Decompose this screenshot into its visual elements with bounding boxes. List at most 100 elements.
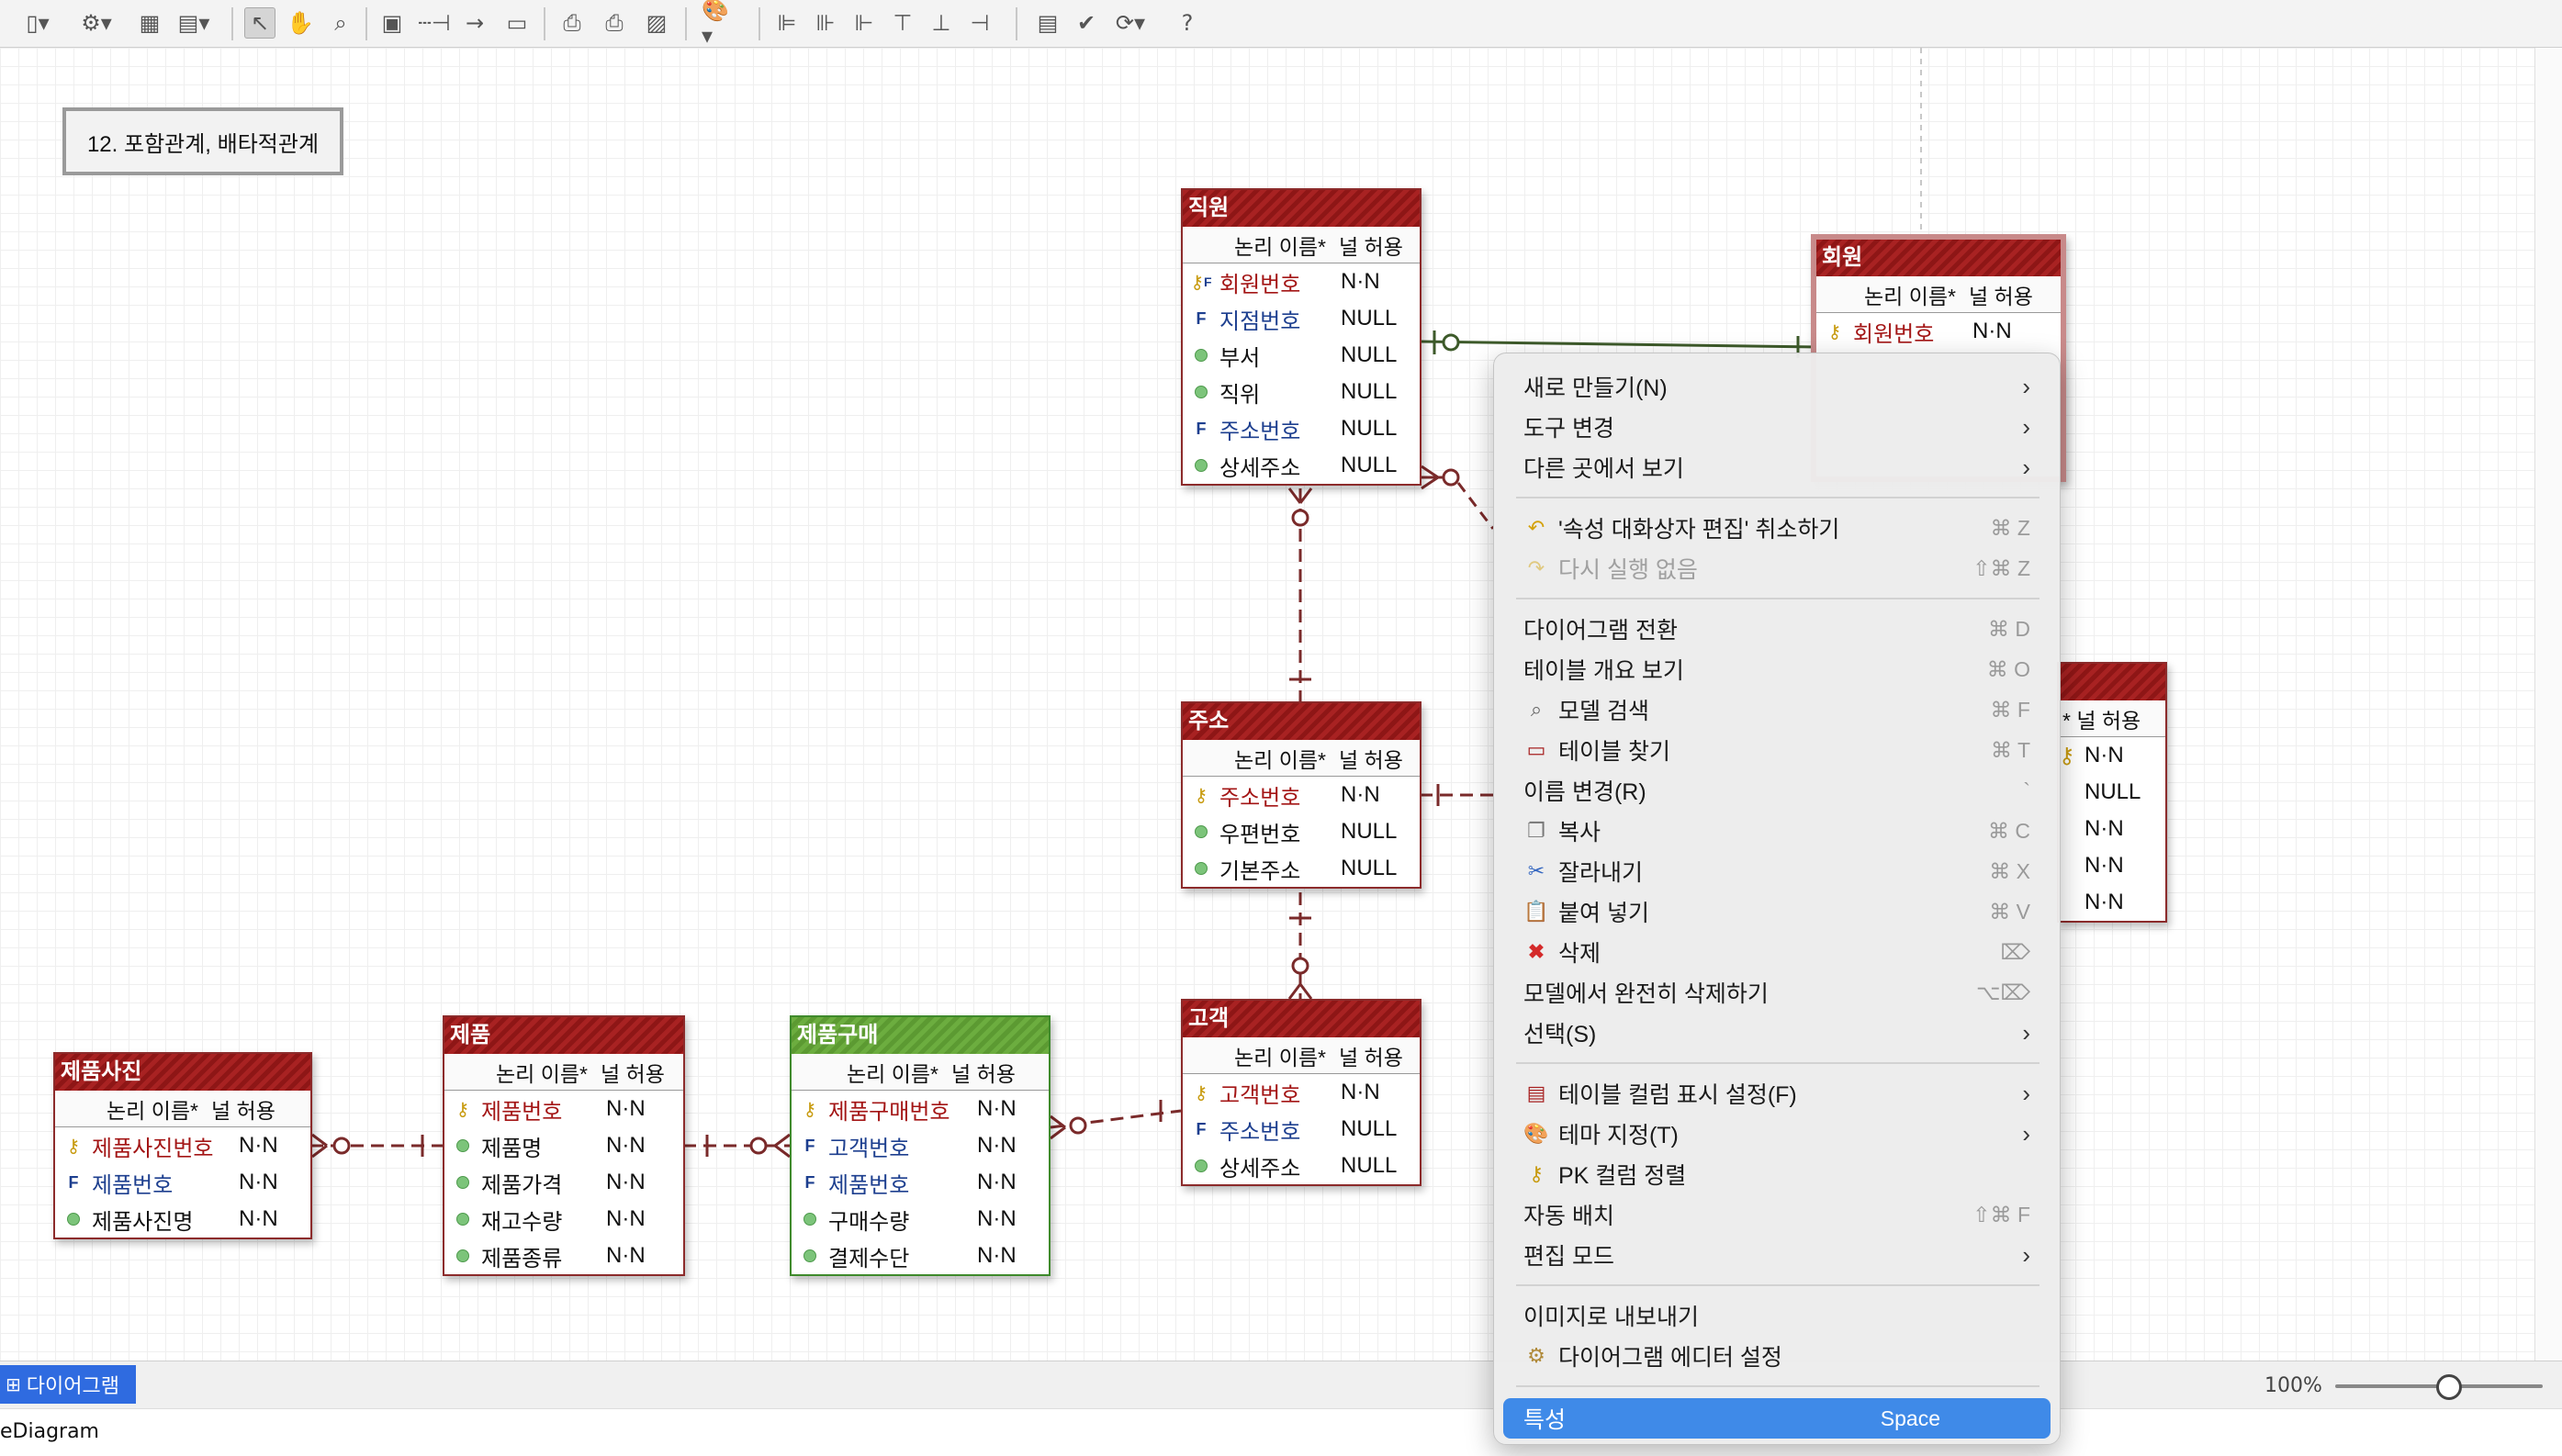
menu-item-rename[interactable]: 이름 변경(R) ` bbox=[1503, 772, 2051, 809]
table-row[interactable]: F 주소번호 NULL bbox=[1183, 410, 1420, 447]
table-row[interactable]: 상세주소 NULL bbox=[1183, 447, 1420, 484]
row-name: 부서 bbox=[1219, 345, 1261, 371]
attribute-dot-icon bbox=[1183, 825, 1219, 838]
table-row[interactable]: F 지점번호 NULL bbox=[1183, 300, 1420, 337]
table-row[interactable]: ⚷ 고객번호 N·N bbox=[1183, 1074, 1420, 1111]
align-middle-icon[interactable]: ⊥ bbox=[926, 7, 957, 39]
table-row[interactable]: ⚷ 주소번호 N·N bbox=[1183, 777, 1420, 813]
table-row[interactable]: 제품종류 N·N bbox=[444, 1238, 683, 1274]
table-row[interactable]: 부서 NULL bbox=[1183, 337, 1420, 374]
relation-address-employee[interactable] bbox=[1287, 487, 1313, 701]
menu-item-edit-mode[interactable]: 편집 모드 › bbox=[1503, 1237, 2051, 1273]
table-row[interactable]: 제품사진명 N·N bbox=[55, 1201, 310, 1238]
menu-item-undo[interactable]: ↶ '속성 대화상자 편집' 취소하기 ⌘ Z bbox=[1503, 510, 2051, 546]
hand-icon[interactable]: ✋ bbox=[285, 7, 316, 39]
menu-item-change-tool[interactable]: 도구 변경 › bbox=[1503, 409, 2051, 445]
table-row[interactable]: ⚷ 제품사진번호 N·N bbox=[55, 1127, 310, 1164]
menu-item-table-overview[interactable]: 테이블 개요 보기 ⌘ O bbox=[1503, 651, 2051, 688]
align-bottom-icon[interactable]: ⊣ bbox=[964, 7, 995, 39]
align-left-icon[interactable]: ⊫ bbox=[771, 7, 803, 39]
table-row[interactable]: F 고객번호 N·N bbox=[792, 1127, 1049, 1164]
menu-item-copy[interactable]: ❐ 복사 ⌘ C bbox=[1503, 812, 2051, 849]
palette-icon[interactable]: 🎨▾ bbox=[702, 0, 733, 49]
table-row[interactable]: N·N bbox=[2059, 847, 2165, 884]
relation-dashed-icon[interactable]: ┄⊣ bbox=[418, 7, 450, 39]
menu-item-show-elsewhere[interactable]: 다른 곳에서 보기 › bbox=[1503, 449, 2051, 486]
print-icon[interactable]: ⎙ bbox=[599, 7, 630, 39]
menu-item-select[interactable]: 선택(S) › bbox=[1503, 1014, 2051, 1051]
table-row[interactable]: F 주소번호 NULL bbox=[1183, 1111, 1420, 1148]
table-row[interactable]: ⚷ 제품구매번호 N·N bbox=[792, 1091, 1049, 1127]
menu-item-find-table[interactable]: ▭ 테이블 찾기 ⌘ T bbox=[1503, 732, 2051, 768]
align-center-icon[interactable]: ⊪ bbox=[810, 7, 841, 39]
table-row[interactable]: 우편번호 NULL bbox=[1183, 813, 1420, 850]
comment-icon[interactable]: ▭ bbox=[501, 7, 533, 39]
menu-item-export-image[interactable]: 이미지로 내보내기 bbox=[1503, 1297, 2051, 1334]
table-row[interactable]: ⚷ N·N bbox=[2059, 737, 2165, 774]
entity-customer[interactable]: 고객 논리 이름* 널 허용 ⚷ 고객번호 N·N F 주소번호 NULL 상세주소 NU… bbox=[1181, 999, 1421, 1186]
menu-item-editor-settings[interactable]: ⚙ 다이어그램 에디터 설정 bbox=[1503, 1338, 2051, 1374]
refresh-icon[interactable]: ⟳▾ bbox=[1115, 7, 1146, 39]
table-icon[interactable]: ▦ bbox=[134, 7, 165, 39]
help-icon[interactable]: ? bbox=[1172, 7, 1203, 39]
table-row[interactable]: 상세주소 NULL bbox=[1183, 1148, 1420, 1184]
table-row[interactable]: 기본주소 NULL bbox=[1183, 850, 1420, 887]
menu-item-column-display[interactable]: ▤ 테이블 컬럼 표시 설정(F) › bbox=[1503, 1075, 2051, 1112]
row-null: N·N bbox=[606, 1096, 646, 1121]
menu-item-sort-pk[interactable]: ⚷ PK 컬럼 정렬 bbox=[1503, 1156, 2051, 1193]
entity-product[interactable]: 제품 논리 이름* 널 허용 ⚷ 제품번호 N·N 제품명 N·N 제품가격 N·N 재… bbox=[443, 1015, 685, 1276]
table-row[interactable]: 재고수량 N·N bbox=[444, 1201, 683, 1238]
entity-product-photo[interactable]: 제품사진 논리 이름* 널 허용 ⚷ 제품사진번호 N·N F 제품번호 N·N 제품사… bbox=[53, 1052, 312, 1239]
validate-icon[interactable]: ✔ bbox=[1071, 7, 1102, 39]
menu-item-delete[interactable]: ✖ 삭제 ⌦ bbox=[1503, 934, 2051, 970]
entity-employee[interactable]: 직원 논리 이름* 널 허용 ⚷ F 회원번호 N·N F 지점번호 NULL 부서 NUL… bbox=[1181, 188, 1421, 486]
image-icon[interactable]: ▨ bbox=[641, 7, 672, 39]
table-row[interactable]: ⚷ 제품번호 N·N bbox=[444, 1091, 683, 1127]
table-row[interactable]: F 제품번호 N·N bbox=[55, 1164, 310, 1201]
entity-partially-hidden[interactable]: * 널 허용 ⚷ N·N NULL N·N N·N N·N bbox=[2057, 662, 2167, 923]
zoom-icon[interactable]: ⌕ bbox=[325, 7, 356, 39]
align-top-icon[interactable]: ⊤ bbox=[887, 7, 918, 39]
table-row[interactable]: N·N bbox=[2059, 811, 2165, 847]
relation-address-customer[interactable] bbox=[1287, 892, 1313, 1001]
table-row[interactable]: 제품명 N·N bbox=[444, 1127, 683, 1164]
table-row[interactable]: 제품가격 N·N bbox=[444, 1164, 683, 1201]
entity-product-purchase[interactable]: 제품구매 논리 이름* 널 허용 ⚷ 제품구매번호 N·N F 고객번호 N·N F 제품… bbox=[790, 1015, 1051, 1276]
table-row[interactable]: ⚷ F 회원번호 N·N bbox=[1183, 263, 1420, 300]
menu-item-theme[interactable]: 🎨 테마 지정(T) › bbox=[1503, 1115, 2051, 1152]
table-row[interactable]: F 제품번호 N·N bbox=[792, 1164, 1049, 1201]
menu-item-model-search[interactable]: ⌕ 모델 검색 ⌘ F bbox=[1503, 691, 2051, 728]
view-icon[interactable]: ▤▾ bbox=[178, 7, 210, 39]
relation-customer-purchase[interactable] bbox=[1050, 1100, 1182, 1140]
note-icon[interactable]: ▯▾ bbox=[22, 7, 53, 39]
table-row[interactable]: 결제수단 N·N bbox=[792, 1238, 1049, 1274]
relation-address-right[interactable] bbox=[1420, 784, 1493, 806]
zoom-slider-knob[interactable] bbox=[2436, 1374, 2463, 1400]
menu-item-switch-diagram[interactable]: 다이어그램 전환 ⌘ D bbox=[1503, 610, 2051, 647]
menu-item-new[interactable]: 새로 만들기(N) › bbox=[1503, 368, 2051, 405]
vertical-scrollbar[interactable] bbox=[2534, 48, 2562, 1361]
menu-item-cut[interactable]: ✂ 잘라내기 ⌘ X bbox=[1503, 853, 2051, 890]
print-preview-icon[interactable]: ⎙ bbox=[556, 7, 588, 39]
table-row[interactable]: 구매수량 N·N bbox=[792, 1201, 1049, 1238]
entity-tool-icon[interactable]: ⚙▾ bbox=[81, 7, 112, 39]
menu-item-auto-layout[interactable]: 자동 배치 ⇧⌘ F bbox=[1503, 1196, 2051, 1233]
relation-product-photo[interactable] bbox=[310, 1133, 444, 1159]
document-icon[interactable]: ▤ bbox=[1032, 7, 1063, 39]
menu-item-paste[interactable]: 📋 붙여 넣기 ⌘ V bbox=[1503, 893, 2051, 930]
relation-product-purchase[interactable] bbox=[683, 1133, 791, 1159]
relation-solid-icon[interactable]: → bbox=[459, 7, 490, 39]
table-row[interactable]: ⚷ 회원번호 N·N bbox=[1816, 313, 2061, 350]
menu-item-properties[interactable]: 특성 Space bbox=[1503, 1398, 2051, 1439]
table-row[interactable]: NULL bbox=[2059, 774, 2165, 811]
relation-employee-right[interactable] bbox=[1420, 465, 1495, 530]
table-row[interactable]: 직위 NULL bbox=[1183, 374, 1420, 410]
new-entity-icon[interactable]: ▣ bbox=[376, 7, 408, 39]
entity-address[interactable]: 주소 논리 이름* 널 허용 ⚷ 주소번호 N·N 우편번호 NULL 기본주소 NUL… bbox=[1181, 701, 1421, 889]
menu-item-delete-from-model[interactable]: 모델에서 완전히 삭제하기 ⌥⌦ bbox=[1503, 974, 2051, 1011]
diagram-canvas[interactable]: 12. 포함관계, 배타적관계 직원 논리 이름* 널 허용 ⚷ F 회원번호 … bbox=[0, 48, 2534, 1361]
tab-diagram[interactable]: ⊞ 다이어그램 bbox=[0, 1365, 136, 1404]
align-right-icon[interactable]: ⊩ bbox=[848, 7, 880, 39]
select-arrow-icon[interactable]: ↖ bbox=[244, 7, 275, 39]
table-row[interactable]: N·N bbox=[2059, 884, 2165, 921]
